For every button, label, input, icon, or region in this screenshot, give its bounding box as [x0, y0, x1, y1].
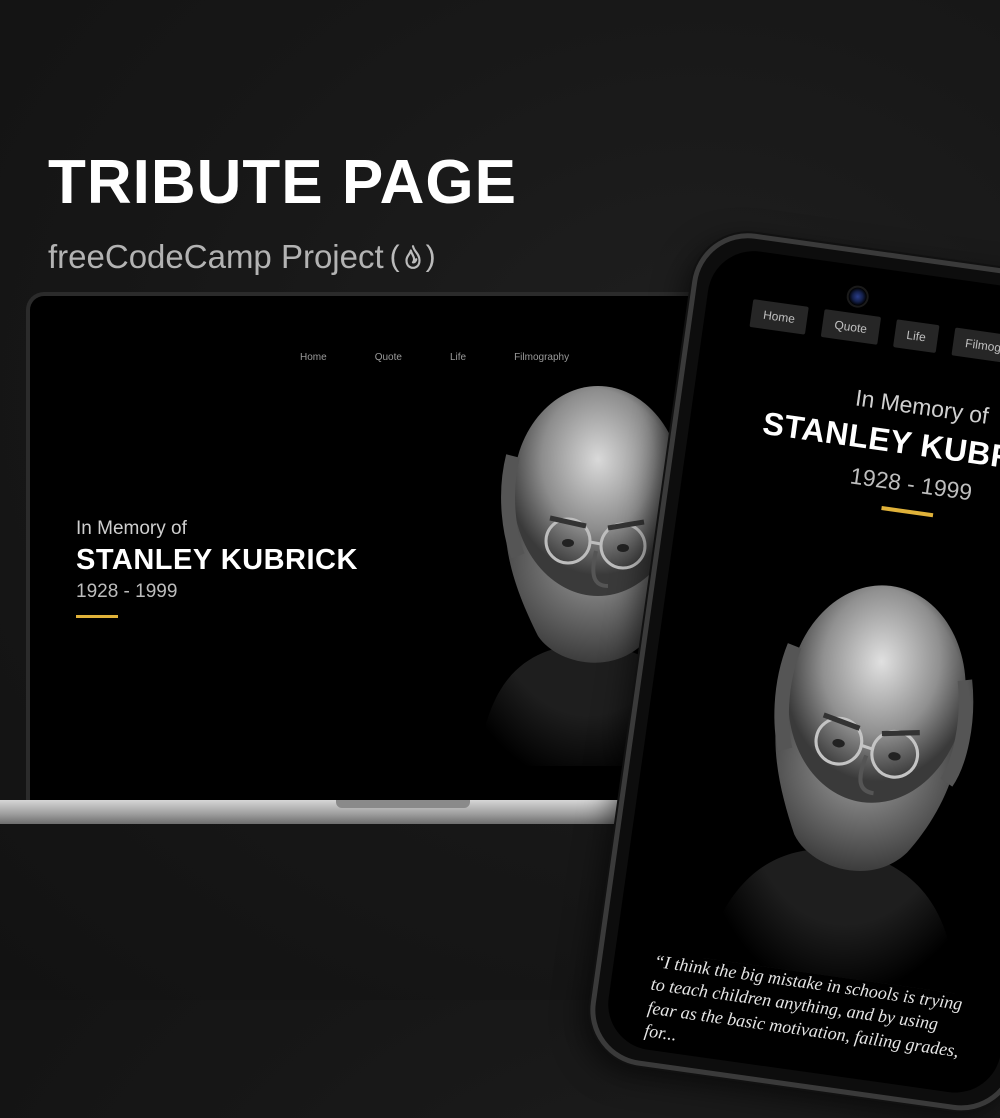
fcc-flame-icon	[405, 245, 421, 269]
phone-nav-life[interactable]: Life	[892, 319, 940, 354]
fcc-logo: ( )	[390, 240, 436, 274]
nav-life-link[interactable]: Life	[450, 352, 466, 363]
phone-nav-filmography[interactable]: Filmography	[951, 327, 1000, 368]
person-name: STANLEY KUBRICK	[76, 544, 358, 576]
nav-home-link[interactable]: Home	[300, 352, 327, 363]
camera-icon	[845, 284, 871, 310]
phone-nav: Home Quote Life Filmography	[749, 299, 1000, 368]
nav-quote-link[interactable]: Quote	[375, 352, 402, 363]
laptop-base	[0, 800, 634, 824]
accent-divider	[76, 615, 118, 618]
nav-filmography-link[interactable]: Filmography	[514, 352, 569, 363]
page-subtitle: freeCodeCamp Project ( )	[48, 238, 436, 276]
phone-accent-divider	[881, 506, 934, 518]
laptop-nav: Home Quote Life Filmography	[300, 352, 569, 363]
phone-portrait-image	[693, 555, 1000, 995]
logo-paren-open: (	[389, 240, 400, 273]
memory-block: In Memory of STANLEY KUBRICK 1928 - 1999	[76, 518, 358, 618]
laptop-notch	[336, 800, 470, 808]
phone-nav-quote[interactable]: Quote	[820, 309, 881, 345]
page-title: TRIBUTE PAGE	[48, 148, 517, 217]
life-years: 1928 - 1999	[76, 581, 178, 602]
subtitle-text: freeCodeCamp Project	[48, 238, 384, 275]
phone-nav-home[interactable]: Home	[749, 299, 809, 335]
logo-paren-close: )	[425, 240, 436, 273]
phone-memory-block: In Memory of STANLEY KUBRICK 1928 - 1999	[739, 370, 1000, 537]
in-memory-label: In Memory of	[76, 518, 187, 539]
